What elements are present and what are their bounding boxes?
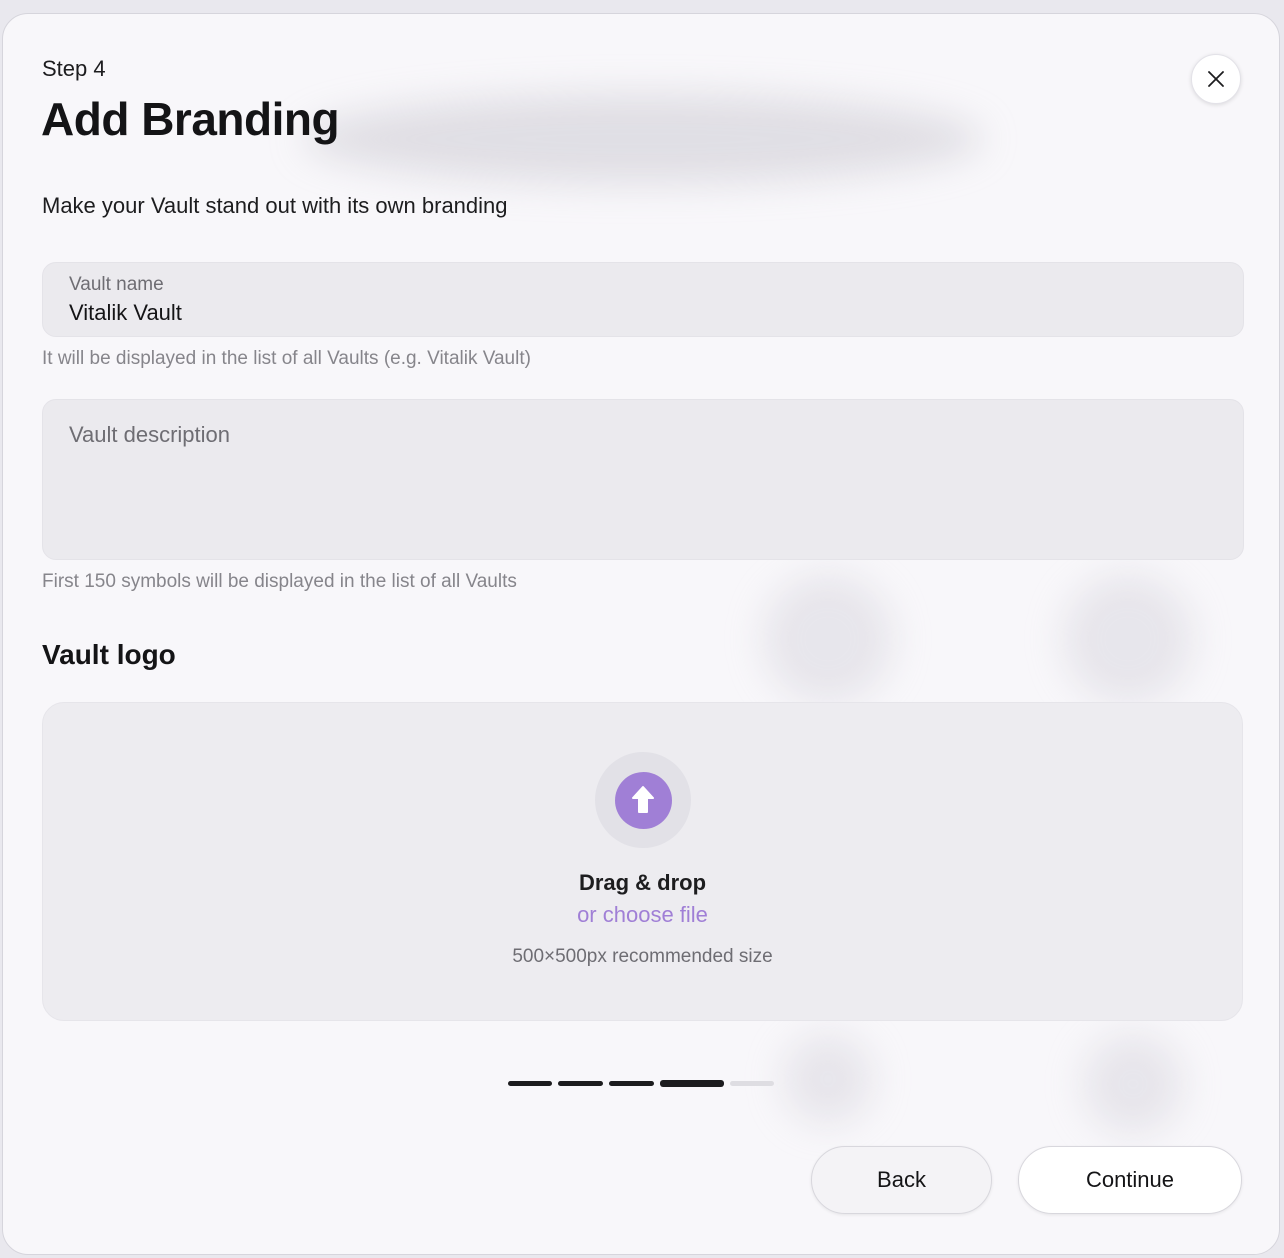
background-blur bbox=[1063, 574, 1193, 704]
upload-arrow-icon bbox=[632, 786, 654, 813]
step-indicator: Step 4 bbox=[42, 56, 106, 81]
upload-icon-circle bbox=[614, 771, 672, 829]
vault-name-label: Vault name bbox=[69, 274, 164, 295]
background-blur bbox=[303, 94, 983, 184]
vault-description-hint: First 150 symbols will be displayed in t… bbox=[42, 571, 517, 592]
progress-segment bbox=[508, 1081, 552, 1086]
page-subtitle: Make your Vault stand out with its own b… bbox=[42, 193, 508, 218]
progress-segment-current bbox=[660, 1080, 724, 1087]
choose-file-link[interactable]: or choose file bbox=[43, 902, 1242, 928]
vault-description-placeholder: Vault description bbox=[69, 422, 231, 447]
page-title: Add Branding bbox=[41, 93, 340, 145]
add-branding-modal: Step 4 Add Branding Make your Vault stan… bbox=[2, 13, 1280, 1255]
logo-dropzone[interactable]: Drag & drop or choose file 500×500px rec… bbox=[42, 702, 1243, 1021]
progress-segment bbox=[609, 1081, 654, 1086]
close-button[interactable] bbox=[1191, 54, 1241, 104]
continue-button[interactable]: Continue bbox=[1018, 1146, 1242, 1214]
background-blur bbox=[1083, 1034, 1183, 1134]
vault-name-value[interactable]: Vitalik Vault bbox=[69, 300, 182, 326]
background-blur bbox=[763, 574, 893, 704]
vault-logo-heading: Vault logo bbox=[42, 639, 176, 670]
drag-drop-label: Drag & drop bbox=[578, 870, 707, 895]
size-recommendation: 500×500px recommended size bbox=[512, 946, 773, 967]
step-progress bbox=[508, 1080, 774, 1087]
vault-name-field[interactable]: Vault name Vitalik Vault bbox=[42, 262, 1244, 337]
vault-description-field[interactable]: Vault description bbox=[42, 399, 1244, 560]
progress-segment bbox=[558, 1081, 603, 1086]
progress-segment bbox=[730, 1081, 774, 1086]
back-button[interactable]: Back bbox=[811, 1146, 992, 1214]
close-icon bbox=[1208, 71, 1224, 87]
upload-icon-ring bbox=[595, 752, 691, 848]
vault-name-hint: It will be displayed in the list of all … bbox=[42, 348, 531, 369]
background-blur bbox=[783, 1034, 873, 1124]
